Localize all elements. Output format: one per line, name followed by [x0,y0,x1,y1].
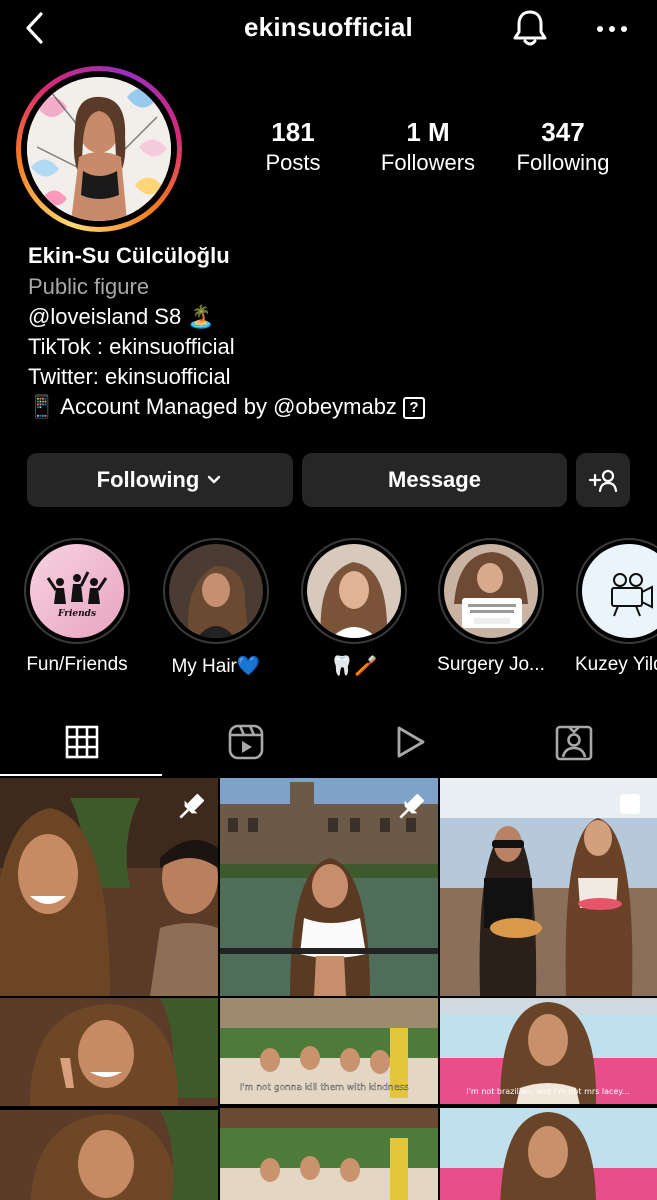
post-thumbnail[interactable]: i'm not brazilian, and i'm not mrs lacey… [440,998,657,1200]
category-label: Public figure [28,274,150,299]
tab-videos[interactable] [328,708,492,776]
following-number: 347 [541,117,585,147]
post-thumbnail[interactable] [440,778,657,996]
followers-label: Followers [380,150,476,175]
bio-line-managed: 📱 Account Managed by @obeymabz? [28,392,425,422]
highlight-cover [444,544,538,638]
highlight-cover [582,544,657,638]
question-badge: ? [402,397,425,420]
post-caption-text: i'm not brazilian, and i'm not mrs lacey… [466,1087,629,1096]
highlight-label: 🦷🪥 [330,656,378,677]
add-person-icon [588,469,618,493]
post-thumbnail[interactable] [0,998,218,1200]
followers-number: 1 M [406,117,450,147]
pinned-icon [399,793,425,819]
highlight-teeth[interactable]: 🦷🪥 [300,538,408,678]
highlight-my-hair[interactable]: My Hair💙 [162,538,270,678]
story-ring[interactable] [16,66,182,232]
highlight-cover: Friends [30,544,124,638]
post-thumbnail[interactable]: I'm not gonna kill them with kindness [220,998,438,1200]
following-count[interactable]: 347 Following [504,116,622,178]
multiple-photos-icon [620,794,640,814]
highlight-cover [169,544,263,638]
more-options-icon[interactable] [592,14,632,44]
following-label: Following [516,150,610,175]
pinned-icon [179,793,205,819]
message-button-label: Message [388,467,481,492]
managed-by-text[interactable]: 📱 Account Managed by @obeymabz [28,394,397,419]
following-button[interactable]: Following [27,453,293,507]
profile-tabs [0,708,657,776]
posts-count[interactable]: 181 Posts [248,116,338,178]
followers-count[interactable]: 1 M Followers [368,116,488,178]
tab-tagged[interactable] [492,708,656,776]
posts-number: 181 [271,117,315,147]
tab-reels[interactable] [164,708,328,776]
post-caption-text: I'm not gonna kill them with kindness [239,1083,408,1093]
highlight-surgery-journey[interactable]: Surgery Jo... [437,538,545,676]
following-button-label: Following [96,467,200,492]
highlight-label: Fun/Friends [26,654,128,675]
bio-line-loveisland[interactable]: @loveisland S8 🏝️ [28,302,425,332]
post-thumbnail[interactable] [220,778,438,996]
chevron-down-icon [208,475,221,484]
message-button[interactable]: Message [302,453,567,507]
top-bar: ekinsuofficial [0,0,657,58]
reels-icon [228,724,264,760]
profile-avatar[interactable] [27,77,171,221]
notification-bell-icon[interactable] [508,6,552,50]
display-name: Ekin-Su Cülcüloğlu [28,243,230,268]
highlight-fun-friends[interactable]: Friends Fun/Friends [23,538,131,676]
posts-label: Posts [265,150,321,175]
suggest-people-button[interactable] [576,453,630,507]
highlight-label: Surgery Jo... [437,654,545,675]
highlight-cover [307,544,401,638]
tagged-person-icon [555,725,593,761]
highlight-label: My Hair💙 [171,656,261,677]
grid-icon [65,725,99,759]
highlight-label: Kuzey Yild [575,654,657,675]
profile-bio: Ekin-Su Cülcüloğlu Public figure @loveis… [28,240,425,422]
tab-posts-grid[interactable] [0,708,164,776]
highlight-cover-text: Friends [57,609,96,619]
highlight-kuzey[interactable]: Kuzey Yild [575,538,657,676]
play-icon [397,726,425,758]
bio-line-twitter: Twitter: ekinsuofficial [28,364,231,389]
profile-username: ekinsuofficial [244,12,413,42]
post-thumbnail[interactable] [0,778,218,996]
active-tab-indicator [0,774,162,776]
bio-line-tiktok: TikTok : ekinsuofficial [28,334,235,359]
